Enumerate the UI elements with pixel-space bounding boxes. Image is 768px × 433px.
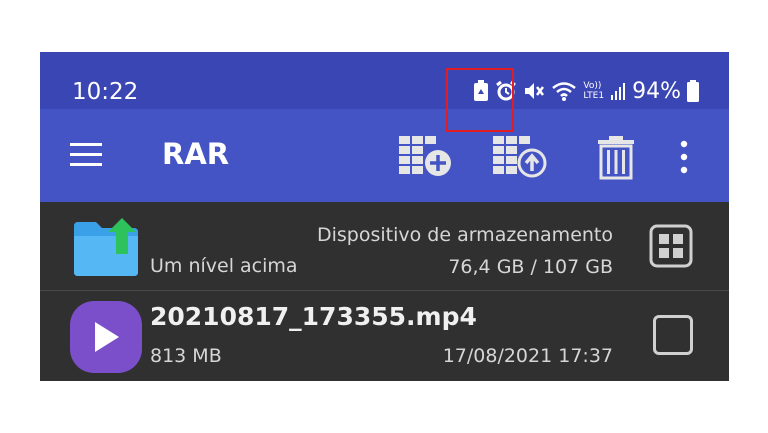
extract-icon [493, 136, 547, 178]
file-size: 813 MB [150, 345, 222, 367]
battery-percent: 94% [632, 78, 681, 104]
parent-folder-label: Um nível acima [150, 255, 298, 277]
video-file-icon [70, 301, 142, 373]
storage-size: 76,4 GB / 107 GB [448, 256, 613, 278]
mute-icon [525, 83, 545, 99]
file-date: 17/08/2021 17:37 [442, 345, 613, 367]
extract-button-highlight [446, 68, 514, 132]
lte-label: LTE1 [583, 91, 605, 101]
parent-folder-row[interactable]: Um nível acima Dispositivo de armazename… [40, 202, 729, 291]
delete-button[interactable] [586, 127, 646, 187]
menu-icon [70, 143, 102, 166]
menu-button[interactable] [68, 141, 104, 171]
folder-up-icon [74, 218, 138, 276]
battery-icon [687, 80, 699, 102]
file-name: 20210817_173355.mp4 [150, 302, 477, 331]
grid-view-icon[interactable] [649, 224, 693, 268]
add-to-archive-icon [399, 136, 451, 176]
storage-name: Dispositivo de armazenamento [316, 224, 613, 246]
wifi-icon [552, 82, 577, 101]
app-toolbar: RAR [40, 109, 729, 202]
extract-button[interactable] [490, 127, 550, 187]
signal-icon [611, 83, 626, 100]
volte-label: Vo)) [583, 81, 602, 91]
volte-icon: Vo)) LTE1 [583, 81, 604, 101]
delete-icon [598, 136, 634, 180]
more-options-button[interactable] [664, 127, 704, 187]
file-checkbox[interactable] [653, 315, 693, 355]
more-options-icon [680, 140, 688, 174]
status-bar: 10:22 Vo)) LTE1 94% [40, 52, 729, 109]
phone-screen: 10:22 Vo)) LTE1 94% RAR Um nível acima D… [40, 52, 729, 381]
video-play-icon [95, 322, 119, 352]
add-to-archive-button[interactable] [396, 127, 456, 187]
status-time: 10:22 [72, 79, 139, 105]
file-row[interactable]: 20210817_173355.mp4 813 MB 17/08/2021 17… [40, 291, 729, 381]
app-title: RAR [162, 137, 230, 171]
